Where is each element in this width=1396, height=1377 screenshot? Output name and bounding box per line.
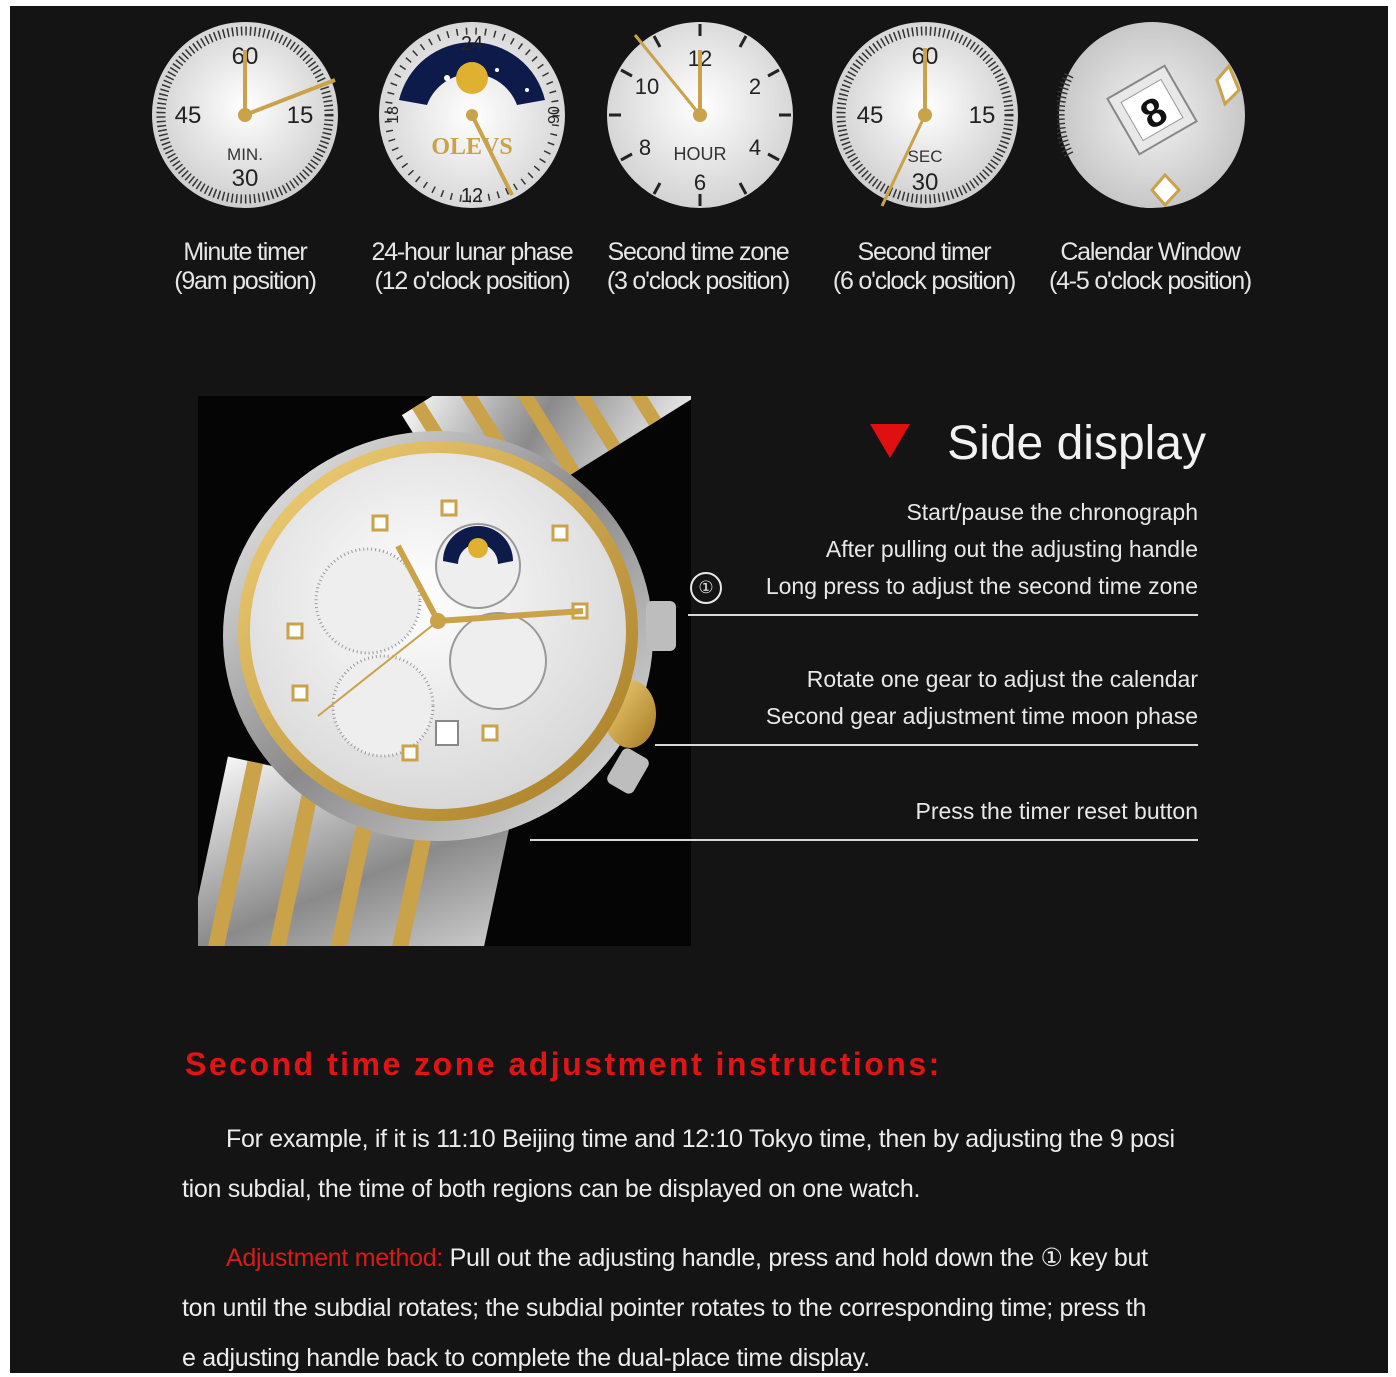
- caption-second-timer: Second timer (6 o'clock position): [804, 238, 1044, 296]
- paragraph-line: e adjusting handle back to complete the …: [182, 1344, 870, 1372]
- dial-numeral: 15: [287, 102, 314, 129]
- dial-numeral: 12: [461, 185, 483, 207]
- paragraph-line: For example, if it is 11:10 Beijing time…: [226, 1125, 1175, 1153]
- brand-logo: OLEVS: [431, 134, 512, 160]
- caption-line: (9am position): [174, 267, 317, 295]
- description-line: Second gear adjustment time moon phase: [765, 703, 1198, 729]
- caption-line: 24-hour lunar phase: [371, 238, 574, 266]
- second-timer-dial: 60 15 30 45 SEC: [830, 20, 1020, 210]
- description-line: Rotate one gear to adjust the calendar: [806, 666, 1198, 692]
- instructions-heading: Second time zone adjustment instructions…: [185, 1046, 942, 1082]
- triangle-down-icon: [870, 424, 910, 458]
- lunar-phase-dial: 24 06 12 18 OLEVS: [377, 20, 567, 210]
- paragraph-line: Adjustment method: Pull out the adjustin…: [182, 1233, 1222, 1283]
- paragraph-line: ton until the subdial rotates; the subdi…: [182, 1294, 1147, 1322]
- instructions-example: For example, if it is 11:10 Beijing time…: [182, 1114, 1222, 1214]
- caption-minute-timer: Minute timer (9am position): [125, 238, 365, 296]
- callout-line-button1: [688, 614, 1198, 616]
- calendar-window-dial: 8: [1057, 20, 1247, 210]
- paragraph-line: tion subdial, the time of both regions c…: [182, 1175, 921, 1203]
- caption-line: Calendar Window: [1060, 238, 1241, 266]
- caption-calendar-window: Calendar Window (4-5 o'clock position): [1030, 238, 1270, 296]
- button2-description: Press the timer reset button: [915, 793, 1198, 830]
- caption-line: Second time zone: [607, 238, 790, 266]
- caption-line: (6 o'clock position): [832, 267, 1016, 295]
- dial-numeral: 45: [857, 102, 884, 129]
- instructions-method: Adjustment method: Pull out the adjustin…: [182, 1233, 1222, 1373]
- callout-line-crown: [655, 744, 1198, 746]
- dial-numeral: 30: [232, 165, 259, 192]
- dial-numeral: 8: [639, 135, 651, 160]
- dial-numeral: 4: [749, 135, 761, 160]
- dial-numeral: 18: [385, 106, 402, 124]
- dial-numeral: 6: [694, 170, 706, 195]
- moon-icon: [456, 62, 488, 94]
- caption-line: (3 o'clock position): [606, 267, 790, 295]
- dial-numeral: 15: [969, 102, 996, 129]
- caption-line: (12 o'clock position): [374, 267, 571, 295]
- dial-numeral: 45: [175, 102, 202, 129]
- description-line: After pulling out the adjusting handle: [825, 536, 1198, 562]
- dial-label: HOUR: [674, 144, 727, 164]
- minute-timer-dial: 60 15 30 45 MIN.: [150, 20, 340, 210]
- dial-numeral: 06: [544, 106, 561, 124]
- watch-photo: [198, 396, 691, 946]
- caption-line: Minute timer: [183, 238, 307, 266]
- product-panel: 60 15 30 45 MIN. 24 06 12 18: [10, 6, 1388, 1373]
- caption-lunar-phase: 24-hour lunar phase (12 o'clock position…: [352, 238, 592, 296]
- dial-label: MIN.: [227, 145, 263, 164]
- dial-numeral: 10: [635, 74, 659, 99]
- crown-description: Rotate one gear to adjust the calendar S…: [766, 661, 1198, 735]
- caption-line: Second timer: [857, 238, 992, 266]
- caption-line: (4-5 o'clock position): [1048, 267, 1252, 295]
- description-line: Press the timer reset button: [915, 798, 1198, 824]
- dial-numeral: 2: [749, 74, 761, 99]
- second-time-zone-dial: 12 2 4 6 8 10 HOUR: [605, 20, 795, 210]
- callout-line-button2: [530, 839, 1198, 841]
- method-label: Adjustment method:: [226, 1244, 443, 1272]
- dial-label: SEC: [908, 147, 943, 166]
- button-one-marker: ①: [690, 572, 722, 604]
- button1-description: Start/pause the chronograph After pullin…: [766, 494, 1198, 605]
- caption-second-time-zone: Second time zone (3 o'clock position): [578, 238, 818, 296]
- dial-numeral: 30: [912, 169, 939, 196]
- method-text: Pull out the adjusting handle, press and…: [442, 1244, 1148, 1272]
- description-line: Long press to adjust the second time zon…: [765, 573, 1198, 599]
- dial-numeral: 24: [461, 33, 483, 55]
- side-display-title: Side display: [866, 414, 1206, 474]
- side-display-heading: Side display: [947, 417, 1206, 470]
- description-line: Start/pause the chronograph: [906, 499, 1198, 525]
